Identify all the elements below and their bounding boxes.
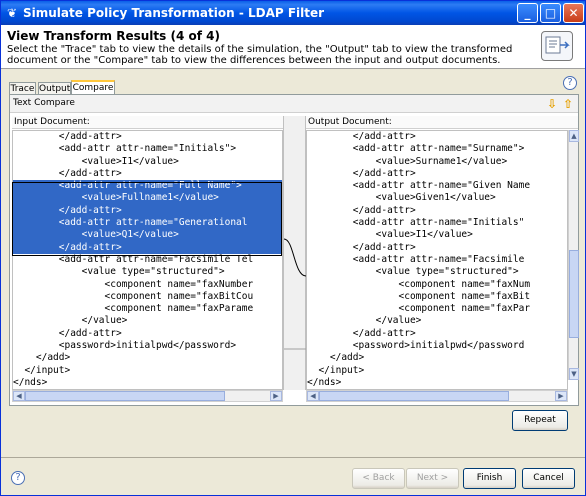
scroll-thumb[interactable] xyxy=(569,250,579,338)
output-horizontal-scrollbar[interactable]: ◀ ▶ xyxy=(306,390,568,402)
code-line: <add-attr attr-name="Initials" xyxy=(307,217,525,229)
input-horizontal-scrollbar[interactable]: ◀ ▶ xyxy=(12,390,283,402)
help-icon[interactable]: ? xyxy=(11,471,25,485)
input-document-label: Input Document: xyxy=(12,116,283,129)
code-line: <component name="faxNumber xyxy=(13,278,254,290)
scroll-down-button[interactable]: ▼ xyxy=(569,368,579,380)
code-line: <add-attr attr-name="Surname"> xyxy=(307,143,525,155)
app-icon: ❦ xyxy=(6,6,18,20)
code-line: <add-attr attr-name="Facsimile Tel xyxy=(13,253,254,265)
code-line: </add-attr> xyxy=(13,327,122,339)
tab-compare[interactable]: Compare xyxy=(71,80,115,95)
code-line: </add-attr> xyxy=(307,131,416,142)
cancel-button[interactable]: Cancel xyxy=(522,468,575,489)
scroll-thumb[interactable] xyxy=(25,391,225,401)
diff-gutter xyxy=(283,116,307,390)
code-line: <value>I1</value> xyxy=(13,155,179,167)
next-difference-icon[interactable]: ⇩ xyxy=(547,97,557,111)
transform-banner-icon xyxy=(541,31,573,61)
code-line: </value> xyxy=(13,315,128,327)
code-line: <component name="faxBit xyxy=(307,290,531,302)
code-line: </add> xyxy=(307,352,365,364)
code-line: <add-attr attr-name="Given Name xyxy=(307,180,531,192)
scroll-left-button[interactable]: ◀ xyxy=(13,391,25,401)
code-line: <value type="structured"> xyxy=(13,266,225,278)
text-compare-title: Text Compare xyxy=(13,98,75,108)
code-line: </add> xyxy=(13,352,71,364)
code-line: </add-attr> xyxy=(307,241,416,253)
code-line: </nds> xyxy=(13,376,48,388)
window-title: Simulate Policy Transformation - LDAP Fi… xyxy=(23,6,325,20)
code-line-selected: <value>Q1</value> xyxy=(13,229,282,242)
help-icon[interactable]: ? xyxy=(563,76,577,90)
title-bar[interactable]: ❦ Simulate Policy Transformation - LDAP … xyxy=(1,1,585,25)
finish-button[interactable]: Finish xyxy=(463,468,516,489)
vertical-scrollbar[interactable]: ▲ ▼ xyxy=(568,130,579,380)
scroll-left-button[interactable]: ◀ xyxy=(307,391,319,401)
code-line: <value>Surname1</value> xyxy=(307,155,508,167)
code-line: </nds> xyxy=(307,376,342,388)
code-line-selected: </add-attr> xyxy=(13,241,282,254)
footer-divider xyxy=(1,457,585,458)
close-button[interactable]: ✕ xyxy=(563,3,584,23)
code-line: </add-attr> xyxy=(307,327,416,339)
code-line: </add-attr> xyxy=(13,131,122,142)
code-line: <password>initialpwd</password xyxy=(307,340,525,352)
code-line-selected: <value>Fullname1</value> xyxy=(13,192,282,205)
code-line: <component name="faxParame xyxy=(13,303,254,315)
code-line-selected: </add-attr> xyxy=(13,204,282,218)
output-document-text[interactable]: </add-attr> <add-attr attr-name="Surname… xyxy=(306,130,568,390)
back-button[interactable]: < Back xyxy=(352,468,405,489)
previous-difference-icon[interactable]: ⇧ xyxy=(563,97,573,111)
code-line: <add-attr attr-name="Initials"> xyxy=(13,143,237,155)
code-line: <component name="faxPar xyxy=(307,303,531,315)
code-line-selected: <add-attr attr-name="Generational xyxy=(13,217,282,230)
code-line: </add-attr> xyxy=(307,204,416,216)
code-line: </add-attr> xyxy=(13,167,122,179)
code-line: </add-attr> xyxy=(307,167,416,179)
code-line: <component name="faxNum xyxy=(307,278,531,290)
diff-connector xyxy=(283,238,307,350)
code-line: <value type="structured"> xyxy=(307,266,519,278)
code-line: <value>Given1</value> xyxy=(307,192,496,204)
page-description: Select the "Trace" tab to view the detai… xyxy=(7,44,513,66)
code-line: </value> xyxy=(307,315,422,327)
page-title: View Transform Results (4 of 4) xyxy=(7,29,220,43)
input-document-text[interactable]: </add-attr> <add-attr attr-name="Initial… xyxy=(12,130,283,390)
repeat-button[interactable]: Repeat xyxy=(512,410,568,431)
scroll-thumb[interactable] xyxy=(319,391,509,401)
wizard-header: View Transform Results (4 of 4) Select t… xyxy=(1,25,585,69)
output-document-label: Output Document: xyxy=(306,116,578,129)
code-line-selected: <add-attr attr-name="Full Name"> xyxy=(13,180,282,193)
code-line: <add-attr attr-name="Facsimile xyxy=(307,253,525,265)
scroll-right-button[interactable]: ▶ xyxy=(555,391,567,401)
code-line: <component name="faxBitCou xyxy=(13,290,254,302)
minimize-button[interactable]: _ xyxy=(517,3,538,23)
code-line: </input> xyxy=(13,364,71,376)
scroll-up-button[interactable]: ▲ xyxy=(569,130,579,142)
code-line: <value>I1</value> xyxy=(307,229,473,241)
text-compare-bar: Text Compare ⇩ ⇧ xyxy=(10,95,578,113)
maximize-button[interactable]: □ xyxy=(540,3,561,23)
code-line: <password>initialpwd</password> xyxy=(13,340,237,352)
code-line: </input> xyxy=(307,364,365,376)
dialog-window: ❦ Simulate Policy Transformation - LDAP … xyxy=(0,0,586,496)
compare-panel: Text Compare ⇩ ⇧ Input Document: Output … xyxy=(9,94,579,406)
scroll-right-button[interactable]: ▶ xyxy=(270,391,282,401)
next-button[interactable]: Next > xyxy=(406,468,459,489)
